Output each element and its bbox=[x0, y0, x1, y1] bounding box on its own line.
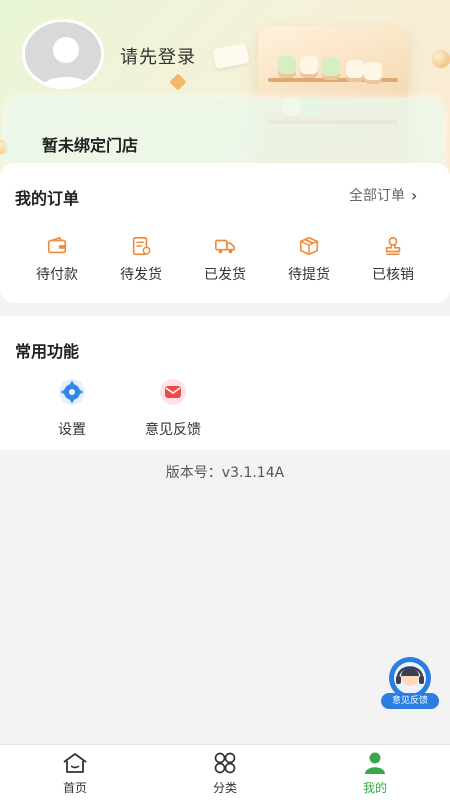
price-tag-illustration bbox=[212, 42, 250, 70]
floating-feedback-label: 意见反馈 bbox=[381, 693, 439, 709]
order-status-shipped[interactable]: 已发货 bbox=[190, 235, 260, 284]
feedback-label: 意见反馈 bbox=[145, 422, 201, 438]
receipt-icon bbox=[132, 236, 151, 256]
all-orders-label: 全部订单 bbox=[349, 188, 405, 204]
functions-title: 常用功能 bbox=[15, 342, 80, 361]
orders-title: 我的订单 bbox=[15, 189, 80, 208]
tab-label: 分类 bbox=[212, 781, 237, 795]
avatar[interactable] bbox=[22, 19, 104, 89]
tab-home[interactable]: 首页 bbox=[35, 751, 115, 796]
user-icon bbox=[365, 752, 385, 774]
settings-button[interactable]: 设置 bbox=[27, 378, 117, 439]
diamond-decoration bbox=[169, 73, 187, 91]
feedback-button[interactable]: 意见反馈 bbox=[128, 378, 218, 439]
order-status-awaiting-pickup[interactable]: 待提货 bbox=[274, 235, 344, 284]
order-status-label: 待发货 bbox=[120, 267, 162, 283]
envelope-icon bbox=[160, 379, 186, 405]
chevron-right-icon: › bbox=[411, 185, 418, 205]
stamp-icon bbox=[385, 236, 401, 256]
store-status-text: 暂未绑定门店 bbox=[42, 136, 139, 155]
order-status-label: 待付款 bbox=[36, 267, 78, 283]
order-status-label: 待提货 bbox=[288, 267, 330, 283]
tab-label: 首页 bbox=[62, 781, 87, 795]
home-icon bbox=[63, 753, 87, 773]
settings-label: 设置 bbox=[58, 422, 86, 438]
bottom-tab-bar: 首页 分类 我的 bbox=[0, 744, 450, 800]
all-orders-link[interactable]: 全部订单 › bbox=[349, 185, 417, 205]
order-status-pending-payment[interactable]: 待付款 bbox=[22, 235, 92, 284]
gear-icon bbox=[59, 379, 85, 405]
version-text: 版本号：v3.1.14A bbox=[165, 465, 285, 481]
jar-illustration bbox=[364, 62, 382, 84]
jar-illustration bbox=[300, 56, 318, 78]
order-status-pending-shipment[interactable]: 待发货 bbox=[106, 235, 176, 284]
jar-illustration bbox=[278, 56, 296, 78]
tab-mine[interactable]: 我的 bbox=[335, 751, 415, 796]
floating-feedback-button[interactable]: 意见反馈 bbox=[381, 656, 439, 709]
tab-label: 我的 bbox=[362, 781, 387, 795]
order-status-label: 已发货 bbox=[204, 267, 246, 283]
orb-decoration bbox=[432, 50, 450, 68]
package-icon bbox=[299, 236, 319, 256]
jar-illustration bbox=[322, 58, 340, 80]
truck-icon bbox=[215, 239, 235, 254]
jar-illustration bbox=[346, 60, 364, 82]
wallet-icon bbox=[47, 236, 67, 254]
login-prompt[interactable]: 请先登录 bbox=[120, 43, 196, 69]
order-status-label: 已核销 bbox=[372, 267, 414, 283]
tab-category[interactable]: 分类 bbox=[185, 751, 265, 796]
order-status-redeemed[interactable]: 已核销 bbox=[358, 235, 428, 284]
category-icon bbox=[214, 752, 236, 774]
